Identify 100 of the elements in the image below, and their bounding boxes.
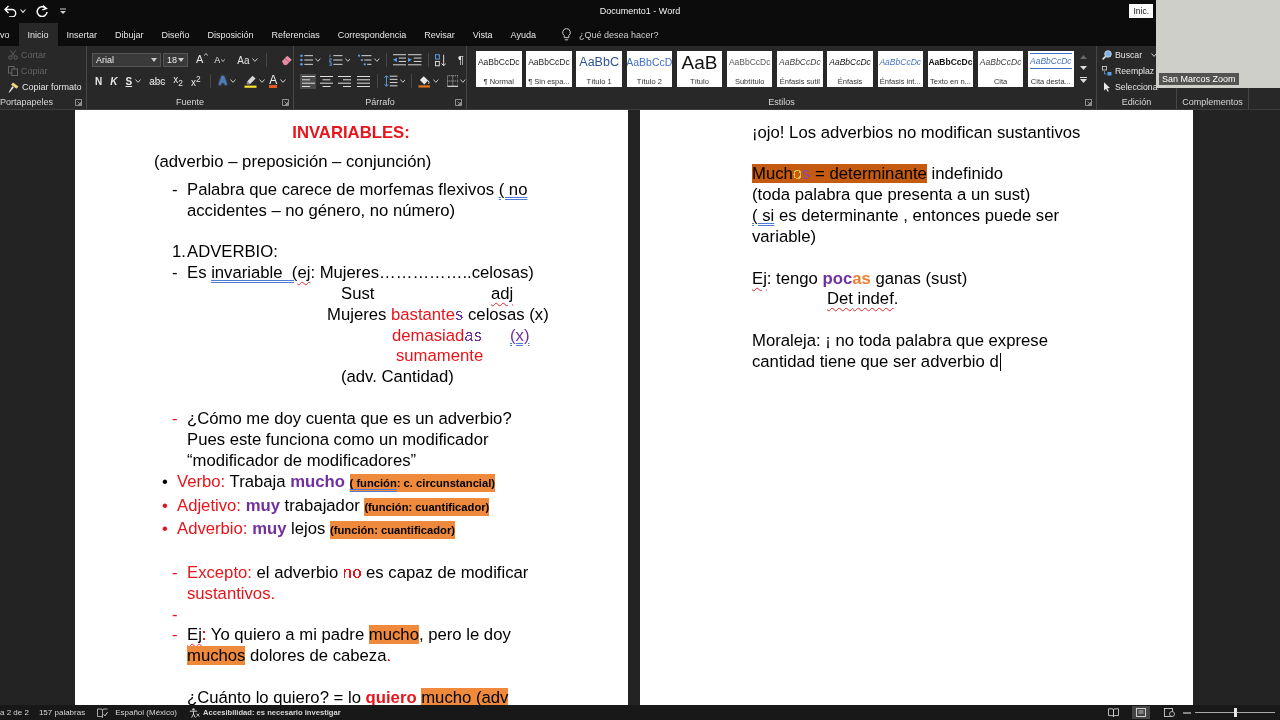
line-spacing-icon[interactable] bbox=[384, 75, 398, 87]
subscript-button[interactable]: x$_{2}$ bbox=[170, 74, 186, 88]
caret-icon[interactable] bbox=[20, 9, 26, 13]
accessibility-icon[interactable] bbox=[189, 707, 200, 718]
increase-indent-icon[interactable] bbox=[408, 54, 422, 66]
tell-me-field[interactable]: ¿Qué desea hacer? bbox=[578, 28, 659, 42]
caret-icon[interactable] bbox=[150, 58, 157, 62]
caret-icon[interactable] bbox=[135, 79, 142, 83]
page-layout-icon[interactable] bbox=[1136, 708, 1146, 717]
caret-up-icon[interactable] bbox=[204, 53, 209, 56]
caret-icon[interactable] bbox=[177, 58, 184, 62]
text-effects-button[interactable]: A bbox=[216, 74, 239, 88]
ribbon-tab[interactable]: vo bbox=[0, 23, 19, 46]
decrease-indent-icon[interactable] bbox=[392, 54, 407, 66]
body-text: ¿Cómo me doy cuenta que es un adverbio? Pues este funciona como un modificador “modificador de modificadores” bbox=[187, 408, 513, 472]
caret-icon[interactable] bbox=[315, 58, 322, 62]
body-text: Verbo: Trabaja mucho ( función: c. circunstancial) bbox=[177, 471, 496, 495]
numbered-list-icon[interactable] bbox=[329, 54, 343, 66]
format-painter-button[interactable]: Copiar formato bbox=[0, 79, 82, 95]
eraser-icon[interactable] bbox=[281, 54, 293, 66]
customize-icon[interactable] bbox=[60, 8, 66, 14]
gallery-more-icon[interactable] bbox=[1080, 77, 1088, 84]
scroll-down-icon[interactable] bbox=[1080, 66, 1088, 70]
list-marker: - bbox=[172, 604, 178, 624]
undo-icon[interactable] bbox=[4, 5, 17, 17]
underline-button[interactable]: S bbox=[122, 74, 145, 88]
ribbon-tab[interactable]: Ayuda bbox=[501, 23, 545, 46]
zoom-slider-thumb[interactable] bbox=[1233, 708, 1237, 717]
ribbon-tab[interactable]: Vista bbox=[463, 23, 502, 46]
list-marker: - bbox=[172, 408, 178, 428]
search-icon[interactable] bbox=[1102, 50, 1112, 60]
minus-icon[interactable] bbox=[1183, 711, 1191, 714]
grow-font-button[interactable]: A bbox=[193, 53, 211, 67]
change-case-button[interactable]: Aa bbox=[235, 53, 261, 67]
caret-icon[interactable] bbox=[1151, 53, 1158, 57]
caret-icon[interactable] bbox=[432, 79, 439, 83]
caret-down-icon[interactable] bbox=[221, 58, 226, 62]
font-size-field[interactable]: 18 bbox=[162, 53, 188, 67]
replace-button[interactable]: Reemplaz bbox=[1097, 63, 1155, 79]
borders-icon[interactable] bbox=[446, 75, 459, 87]
bold-button[interactable]: N bbox=[92, 74, 106, 88]
ribbon-tab[interactable]: Referencias bbox=[262, 23, 329, 46]
dialog-launcher-icon[interactable] bbox=[455, 98, 462, 106]
page-count[interactable]: a 2 de 2 bbox=[0, 708, 29, 717]
body-text: Adverbio: muy lejos (función: cuantificador) bbox=[177, 518, 455, 542]
superscript-button[interactable]: x$^{2}$ bbox=[187, 74, 204, 88]
redo-icon[interactable] bbox=[36, 5, 48, 17]
body-text: demasiadas bbox=[392, 325, 482, 347]
multilevel-list-icon[interactable] bbox=[358, 54, 372, 66]
font-name-field[interactable]: Arial bbox=[92, 53, 161, 67]
body-text: Es invariable (ej: Mujeres……………..celosas) bbox=[187, 263, 534, 284]
scroll-up-icon[interactable] bbox=[1080, 54, 1088, 59]
caret-icon[interactable] bbox=[230, 79, 237, 83]
italic-button[interactable]: K bbox=[107, 74, 121, 88]
body-text: (adv. Cantidad) bbox=[341, 367, 454, 389]
dialog-launcher-icon[interactable] bbox=[75, 98, 82, 106]
ribbon-tab[interactable]: Insertar bbox=[57, 23, 107, 46]
caret-icon[interactable] bbox=[252, 58, 259, 62]
group-label: Fuente bbox=[176, 96, 204, 108]
group-label: Complementos bbox=[1182, 96, 1243, 108]
highlighter-icon[interactable] bbox=[244, 74, 258, 88]
ribbon-tab[interactable]: Inicio bbox=[18, 23, 58, 46]
dialog-launcher-icon[interactable] bbox=[1085, 98, 1092, 106]
caret-icon[interactable] bbox=[280, 79, 287, 83]
ribbon-tab[interactable]: Disposición bbox=[198, 23, 263, 46]
list-marker: • bbox=[162, 472, 168, 492]
body-text: Ej: Yo quiero a mi padre mucho, pero le doy muchos dolores de cabeza. bbox=[187, 625, 512, 668]
ribbon-tab[interactable]: Dibujar bbox=[106, 23, 153, 46]
caret-icon[interactable] bbox=[259, 79, 266, 83]
replace-icon[interactable] bbox=[1102, 66, 1112, 76]
dialog-launcher-icon[interactable] bbox=[282, 98, 289, 106]
ribbon-tab[interactable]: Diseño bbox=[152, 23, 199, 46]
paint-bucket-icon[interactable] bbox=[418, 74, 431, 88]
list-marker: - bbox=[172, 562, 178, 582]
print-layout-button[interactable] bbox=[1132, 706, 1150, 719]
ribbon-tab[interactable]: Correspondencia bbox=[328, 23, 416, 46]
find-button[interactable]: Buscar bbox=[1097, 47, 1158, 63]
participant-name: San Marcos Zoom bbox=[1159, 73, 1239, 85]
bullet-list-icon[interactable] bbox=[300, 54, 314, 66]
list-marker: - bbox=[172, 179, 178, 199]
sort-icon[interactable] bbox=[434, 53, 447, 67]
lightbulb-icon[interactable] bbox=[561, 28, 571, 41]
list-marker: 1. bbox=[172, 242, 186, 262]
caret-icon[interactable] bbox=[373, 58, 380, 62]
cursor-arrow-icon[interactable] bbox=[1102, 82, 1112, 92]
caret-icon[interactable] bbox=[344, 58, 351, 62]
show-marks-button[interactable]: ¶ bbox=[456, 53, 467, 67]
body-text: (toda palabra que presenta a un sust) bbox=[752, 185, 1031, 206]
sign-in-button[interactable]: Inic. bbox=[1129, 4, 1153, 18]
paintbrush-icon[interactable] bbox=[8, 81, 19, 93]
body-text: (x) bbox=[510, 325, 530, 347]
proofing-icon[interactable] bbox=[97, 707, 109, 718]
body-text: Mujeres bastantes celosas (x) bbox=[327, 304, 549, 326]
caret-icon[interactable] bbox=[399, 79, 406, 83]
ribbon-tab[interactable]: Revisar bbox=[415, 23, 464, 46]
caret-icon[interactable] bbox=[460, 79, 466, 83]
shrink-font-button[interactable]: A bbox=[212, 53, 228, 67]
word-count[interactable]: 157 palabras bbox=[38, 708, 86, 717]
language-label[interactable]: Español (México) bbox=[115, 708, 177, 717]
font-color-button[interactable]: A bbox=[267, 74, 289, 88]
